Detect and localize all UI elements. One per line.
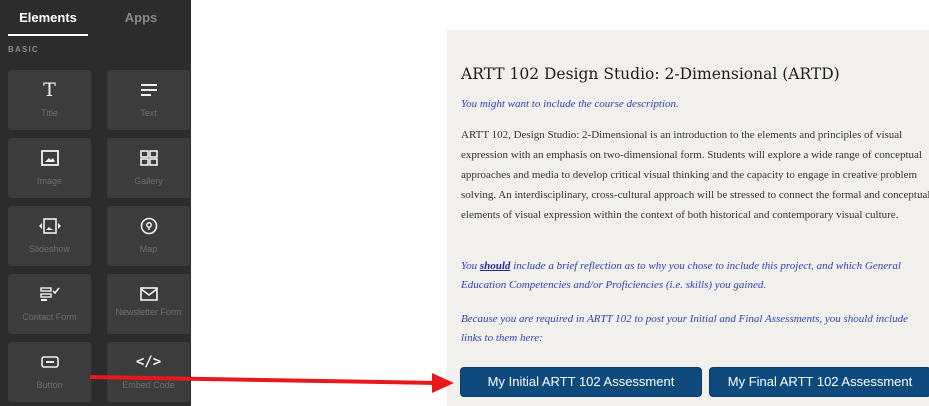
- red-arrow: [89, 373, 454, 393]
